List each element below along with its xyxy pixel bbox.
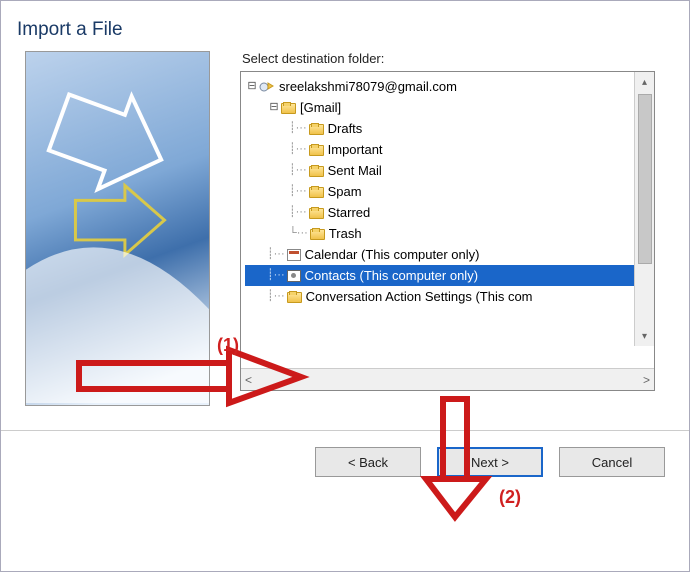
tree-label: Contacts (This computer only) [305,265,478,286]
tree-label: Important [328,139,383,160]
tree-label: Spam [328,181,362,202]
tree-label: Trash [329,223,362,244]
tree-item-spam[interactable]: ┊···Spam [245,181,654,202]
folder-icon [309,187,324,198]
tree-item-starred[interactable]: ┊···Starred [245,202,654,223]
next-button[interactable]: Next > [437,447,543,477]
tree-label: [Gmail] [300,97,341,118]
vertical-scrollbar[interactable]: ▴ ▾ [634,72,654,346]
cancel-button[interactable]: Cancel [559,447,665,477]
destination-label: Select destination folder: [242,51,673,66]
back-button[interactable]: < Back [315,447,421,477]
tree-label: Sent Mail [328,160,382,181]
folder-icon [287,292,302,303]
tree-item-conversation[interactable]: ┊···Conversation Action Settings (This c… [245,286,654,307]
tree-gmail[interactable]: ⊟ [Gmail] [245,97,654,118]
tree-label: Calendar (This computer only) [305,244,480,265]
tree-item-drafts[interactable]: ┊···Drafts [245,118,654,139]
tree-label: sreelakshmi78079@gmail.com [279,76,457,97]
dialog-title: Import a File [1,1,689,51]
collapse-icon[interactable]: ⊟ [245,76,259,97]
scroll-down-icon[interactable]: ▾ [635,326,654,346]
scroll-right-icon[interactable]: > [643,373,650,387]
tree-item-important[interactable]: ┊···Important [245,139,654,160]
folder-tree[interactable]: ⊟ sreelakshmi78079@gmail.com ⊟ [Gmail] ┊… [240,71,655,391]
tree-label: Drafts [328,118,363,139]
tree-item-sentmail[interactable]: ┊···Sent Mail [245,160,654,181]
contacts-icon [287,270,301,282]
folder-icon [309,208,324,219]
divider [1,430,689,431]
account-icon [259,80,275,94]
folder-icon [310,229,325,240]
tree-item-calendar[interactable]: ┊···Calendar (This computer only) [245,244,654,265]
scroll-left-icon[interactable]: < [245,373,252,387]
calendar-icon [287,249,301,261]
folder-icon [281,103,296,114]
folder-icon [309,145,324,156]
scroll-thumb[interactable] [638,94,652,264]
wizard-graphic [25,51,210,406]
button-row: < Back Next > Cancel [1,447,689,493]
tree-label: Starred [328,202,371,223]
tree-account[interactable]: ⊟ sreelakshmi78079@gmail.com [245,76,654,97]
tree-item-trash[interactable]: └···Trash [245,223,654,244]
tree-item-contacts[interactable]: ┊···Contacts (This computer only) [245,265,654,286]
scroll-up-icon[interactable]: ▴ [635,72,654,92]
folder-icon [309,166,324,177]
folder-icon [309,124,324,135]
tree-label: Conversation Action Settings (This com [306,286,533,307]
horizontal-scrollbar[interactable]: < > [241,368,654,390]
collapse-icon[interactable]: ⊟ [267,97,281,118]
